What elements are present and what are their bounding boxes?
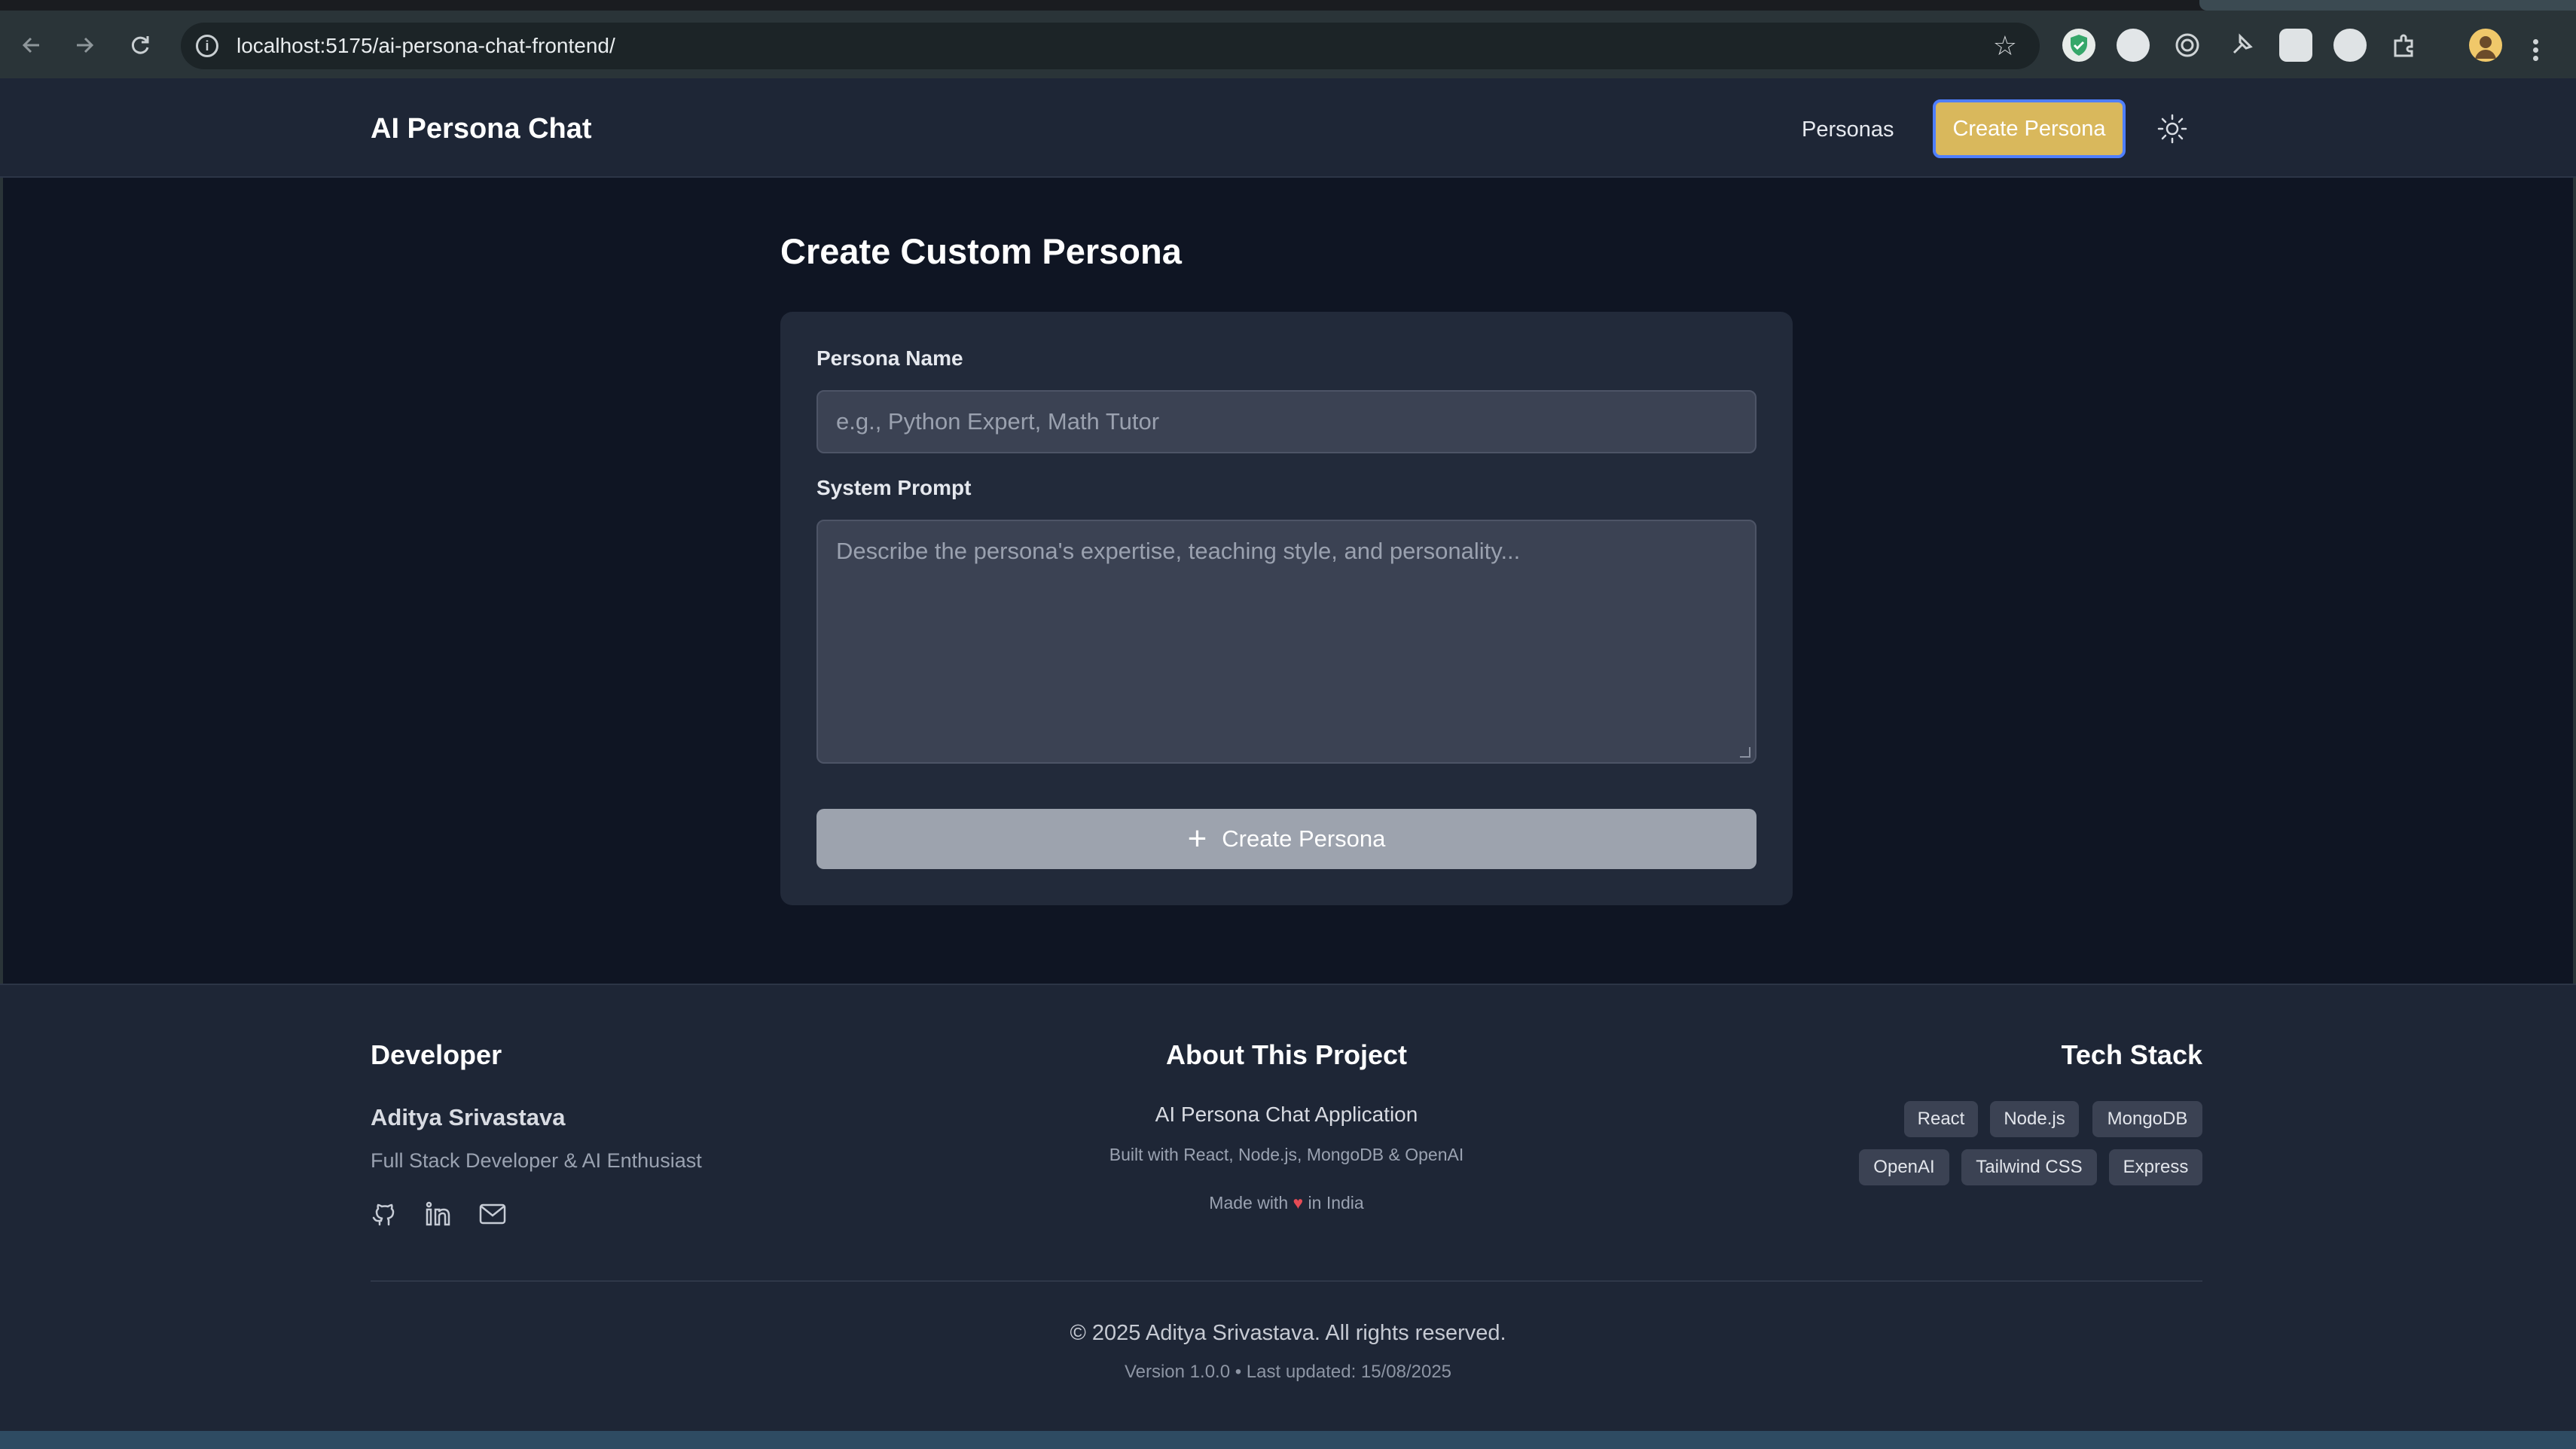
nav-personas-link[interactable]: Personas xyxy=(1802,117,1894,142)
submit-button-label: Create Persona xyxy=(1222,825,1386,852)
tech-stack-heading: Tech Stack xyxy=(2061,1039,2202,1070)
tech-tag: Node.js xyxy=(1990,1101,2079,1137)
textarea-resize-handle[interactable] xyxy=(1740,747,1750,758)
page-title: Create Custom Persona xyxy=(780,231,1182,271)
nav-create-persona-button[interactable]: Create Persona xyxy=(1933,99,2126,158)
footer-divider xyxy=(371,1280,2202,1282)
made-with-suffix: in India xyxy=(1308,1193,1364,1213)
about-heading: About This Project xyxy=(1165,1039,1407,1070)
extension-pin-icon[interactable] xyxy=(2225,29,2258,62)
made-with-text: Made with ♥ in India xyxy=(835,1193,1738,1213)
tech-tag: OpenAI xyxy=(1859,1149,1949,1185)
persona-name-label: Persona Name xyxy=(816,346,963,370)
about-project-subtitle: Built with React, Node.js, MongoDB & Ope… xyxy=(1109,1145,1464,1164)
sun-icon[interactable] xyxy=(2156,112,2189,145)
tech-tag: React xyxy=(1904,1101,1978,1137)
extension-circle-icon[interactable] xyxy=(2117,29,2150,62)
system-prompt-textarea[interactable]: Describe the persona's expertise, teachi… xyxy=(816,520,1757,764)
github-icon[interactable] xyxy=(369,1199,399,1229)
create-persona-form: Persona Name e.g., Python Expert, Math T… xyxy=(780,312,1793,905)
developer-role: Full Stack Developer & AI Enthusiast xyxy=(371,1149,702,1172)
heart-icon: ♥ xyxy=(1293,1193,1304,1213)
linkedin-icon[interactable] xyxy=(423,1199,453,1229)
persona-name-input[interactable]: e.g., Python Expert, Math Tutor xyxy=(816,390,1757,453)
developer-name: Aditya Srivastava xyxy=(371,1104,566,1130)
made-with-prefix: Made with xyxy=(1209,1193,1289,1213)
os-dock-strip xyxy=(0,1431,2576,1449)
plus-icon: + xyxy=(1187,820,1207,857)
browser-toolbar: i localhost:5175/ai-persona-chat-fronten… xyxy=(0,11,2576,78)
page-footer: Developer Aditya Srivastava Full Stack D… xyxy=(0,984,2576,1431)
address-bar[interactable]: i localhost:5175/ai-persona-chat-fronten… xyxy=(181,23,2040,69)
profile-avatar-icon[interactable] xyxy=(2469,29,2502,62)
tech-tag: Tailwind CSS xyxy=(1961,1149,2097,1185)
app-screen: i localhost:5175/ai-persona-chat-fronten… xyxy=(0,0,2576,1449)
extensions-puzzle-icon[interactable] xyxy=(2388,29,2421,62)
extension-shield-icon[interactable] xyxy=(2062,29,2095,62)
about-project-title: AI Persona Chat Application xyxy=(1155,1103,1418,1126)
create-persona-submit-button[interactable]: + Create Persona xyxy=(816,809,1757,869)
tech-tag: MongoDB xyxy=(2092,1101,2202,1137)
tech-tag: Express xyxy=(2109,1149,2202,1185)
brand-title[interactable]: AI Persona Chat xyxy=(371,113,592,145)
back-icon[interactable] xyxy=(20,33,44,57)
browser-tab[interactable] xyxy=(2199,0,2576,11)
reload-icon[interactable] xyxy=(128,33,152,57)
developer-heading: Developer xyxy=(371,1039,502,1070)
bookmark-star-icon[interactable]: ☆ xyxy=(1993,30,2017,62)
system-prompt-placeholder: Describe the persona's expertise, teachi… xyxy=(836,538,1521,564)
extension-logo-icon[interactable] xyxy=(2333,29,2367,62)
forward-icon[interactable] xyxy=(72,33,96,57)
site-info-icon[interactable]: i xyxy=(196,35,218,57)
mail-icon[interactable] xyxy=(478,1199,508,1229)
extension-target-icon[interactable] xyxy=(2171,29,2204,62)
browser-menu-icon[interactable] xyxy=(2529,36,2541,69)
address-url[interactable]: localhost:5175/ai-persona-chat-frontend/ xyxy=(237,34,615,58)
system-prompt-label: System Prompt xyxy=(816,476,972,499)
app-header: AI Persona Chat Personas Create Persona xyxy=(0,78,2576,178)
version-text: Version 1.0.0 • Last updated: 15/08/2025 xyxy=(1124,1362,1452,1382)
browser-tab-strip xyxy=(0,0,2576,11)
extension-app-icon[interactable] xyxy=(2279,29,2312,62)
copyright-text: © 2025 Aditya Srivastava. All rights res… xyxy=(1070,1321,1506,1345)
